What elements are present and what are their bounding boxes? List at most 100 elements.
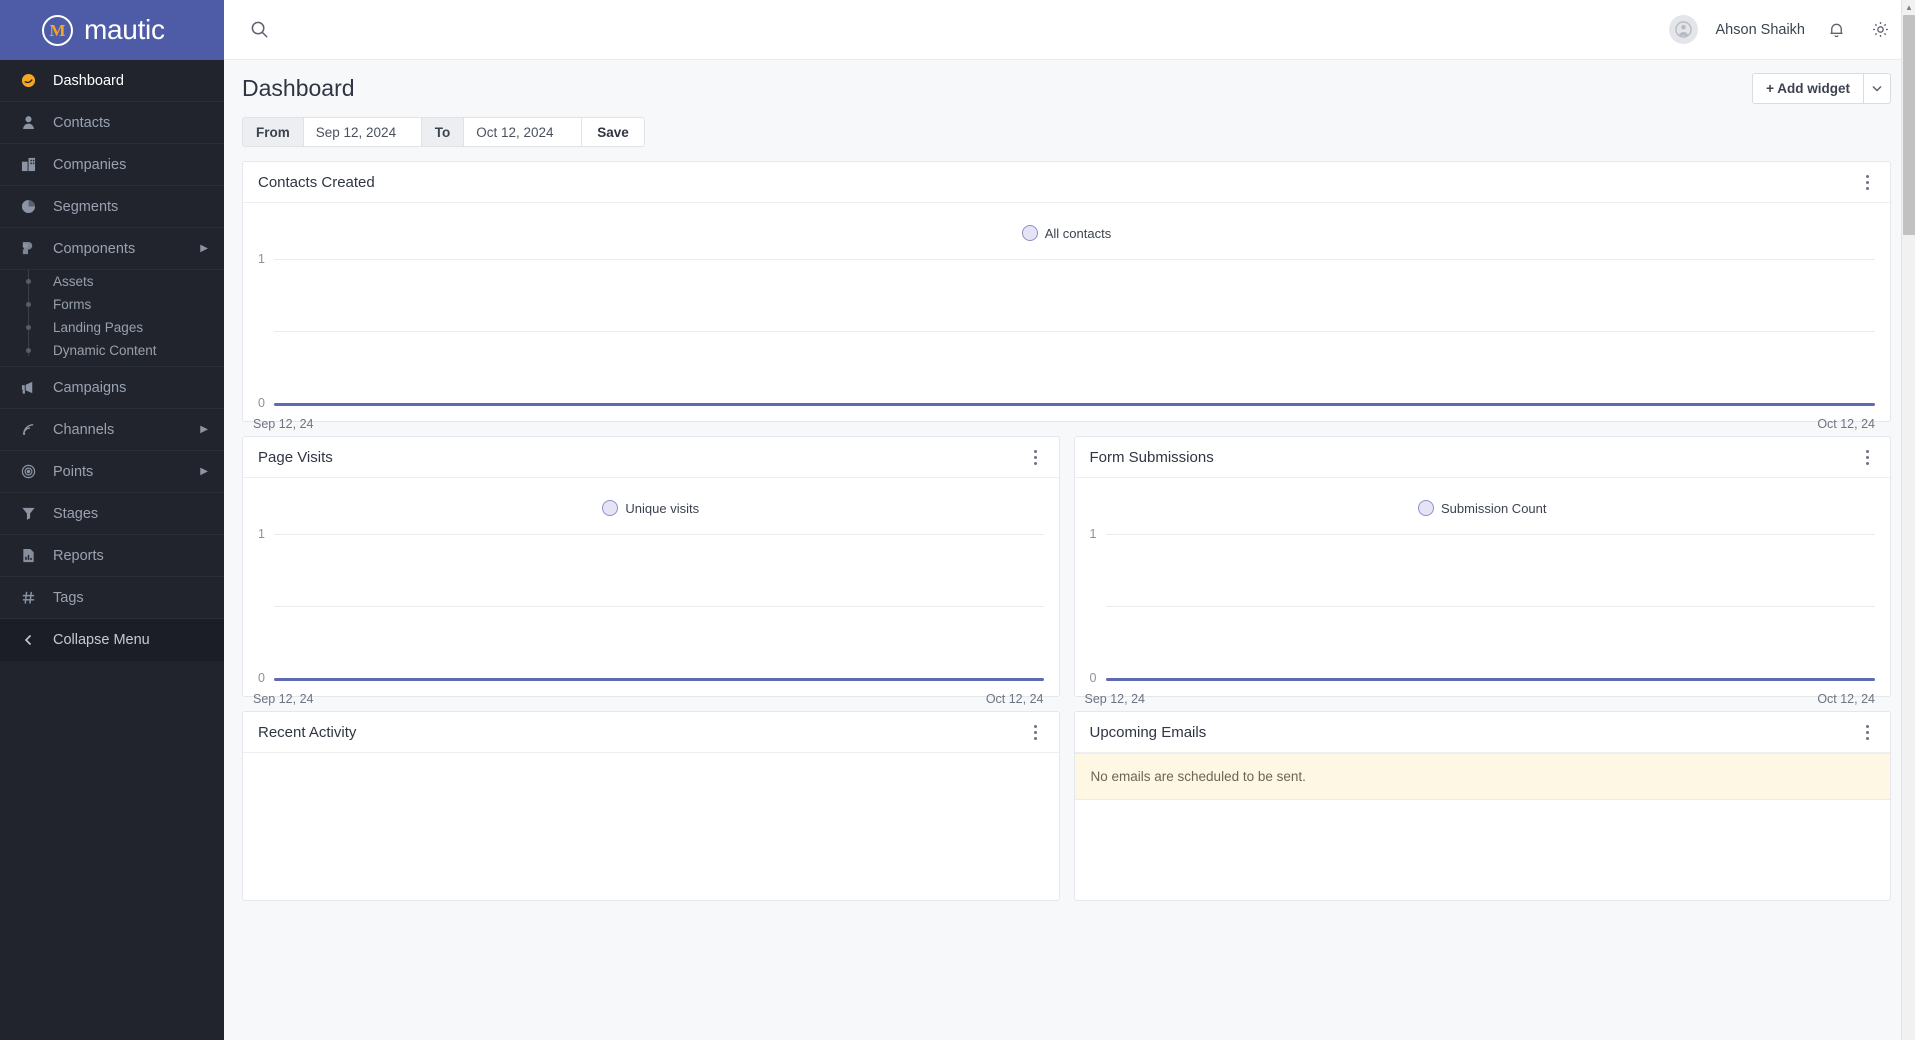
scrollbar-up-arrow-icon[interactable]: ▲ [1902,0,1915,15]
sidebar-item-channels[interactable]: Channels ▶ [0,409,224,451]
y-axis-tick-bottom: 0 [243,396,265,410]
gridline-top [274,534,1044,535]
sidebar-item-points[interactable]: Points ▶ [0,451,224,493]
contacts-icon [20,114,37,131]
sidebar-subitem-label: Landing Pages [53,320,143,335]
page-scrollbar[interactable]: ▲ [1901,0,1915,1040]
tags-icon [20,589,37,606]
search-icon[interactable] [242,13,276,47]
date-from-input[interactable] [304,117,422,147]
sidebar-item-label: Segments [53,199,224,215]
sidebar-item-reports[interactable]: Reports [0,535,224,577]
page-title: Dashboard [242,75,355,102]
sidebar-subitem-landing-pages[interactable]: Landing Pages [0,316,224,339]
gridline-mid [1106,606,1876,607]
stages-icon [20,505,37,522]
sidebar-item-campaigns[interactable]: Campaigns [0,367,224,409]
panel-page-visits: Page Visits Unique visits 1 [242,436,1060,697]
topbar-right: Ahson Shaikh [1669,15,1893,44]
sidebar-item-components[interactable]: Components ▶ [0,228,224,270]
collapse-menu-button[interactable]: Collapse Menu [0,619,224,661]
gridline-top [1106,534,1876,535]
mautic-logo-mark: M [49,22,65,39]
sidebar-subitem-forms[interactable]: Forms [0,293,224,316]
scrollbar-thumb[interactable] [1903,15,1915,235]
sidebar-item-label: Dashboard [53,73,224,89]
chart-series-line [274,678,1044,681]
chevron-right-icon: ▶ [200,467,208,477]
chart-x-axis: Sep 12, 24 Oct 12, 24 [243,417,1890,431]
bell-icon[interactable] [1823,17,1849,43]
gear-icon[interactable] [1867,17,1893,43]
charts-row: Page Visits Unique visits 1 [242,436,1891,711]
panel-header: Recent Activity [243,712,1059,753]
chart-form-submissions: Submission Count 1 0 Sep 12, 24 Oct 12, … [1075,478,1891,696]
kebab-menu-icon[interactable] [1027,721,1045,743]
panel-title: Upcoming Emails [1090,724,1207,741]
sidebar-item-label: Reports [53,548,224,564]
sidebar-item-label: Campaigns [53,380,224,396]
kebab-menu-icon[interactable] [1858,171,1876,193]
channels-icon [20,421,37,438]
kebab-menu-icon[interactable] [1027,446,1045,468]
bullet-icon [20,279,37,284]
recent-activity-body [243,753,1059,898]
legend-marker-icon[interactable] [1418,500,1434,516]
sidebar-subitem-dynamic-content[interactable]: Dynamic Content [0,339,224,362]
chevron-left-icon [20,634,37,646]
legend-marker-icon[interactable] [602,500,618,516]
dashboard-icon [20,72,37,89]
page-header: Dashboard + Add widget [224,60,1915,117]
panel-header: Form Submissions [1075,437,1891,478]
chart-page-visits: Unique visits 1 0 Sep 12, 24 Oct 12, 24 [243,478,1059,696]
sidebar-item-segments[interactable]: Segments [0,186,224,228]
y-axis-tick-top: 1 [243,252,265,266]
panel-contacts-created: Contacts Created All contacts 1 0 [242,161,1891,422]
chart-contacts-created: All contacts 1 0 Sep 12, 24 Oct 12, 24 [243,203,1890,421]
x-axis-tick-last: Oct 12, 24 [986,692,1044,706]
avatar[interactable] [1669,15,1698,44]
brand-logo-area[interactable]: M mautic [0,0,224,60]
kebab-menu-icon[interactable] [1858,446,1876,468]
date-from-label: From [242,117,304,147]
add-widget-button[interactable]: + Add widget [1752,73,1863,104]
legend-label: All contacts [1045,226,1111,241]
collapse-menu-label: Collapse Menu [53,632,150,648]
sidebar-item-label: Components [53,241,184,257]
sidebar-item-label: Contacts [53,115,224,131]
sidebar-subitem-assets[interactable]: Assets [0,270,224,293]
date-range-toolbar: From To Save [242,117,1891,147]
y-axis-tick-bottom: 0 [1075,671,1097,685]
user-name[interactable]: Ahson Shaikh [1716,22,1805,38]
bullet-icon [20,325,37,330]
topbar: Ahson Shaikh [224,0,1915,60]
panel-header: Page Visits [243,437,1059,478]
bullet-icon [20,302,37,307]
reports-icon [20,547,37,564]
kebab-menu-icon[interactable] [1858,721,1876,743]
app-root: M mautic Dashboard Contacts [0,0,1915,1040]
x-axis-tick-last: Oct 12, 24 [1817,692,1875,706]
panel-header: Upcoming Emails [1075,712,1891,753]
panel-title: Form Submissions [1090,449,1214,466]
legend-label: Submission Count [1441,501,1547,516]
legend-label: Unique visits [625,501,699,516]
date-to-input[interactable] [464,117,582,147]
chart-series-line [274,403,1875,406]
sidebar-item-tags[interactable]: Tags [0,577,224,619]
panel-title: Contacts Created [258,174,375,191]
legend-marker-icon[interactable] [1022,225,1038,241]
add-widget-dropdown-button[interactable] [1863,73,1891,104]
components-icon [20,240,37,257]
chevron-right-icon: ▶ [200,425,208,435]
mautic-logo-icon: M [42,15,73,46]
date-save-button[interactable]: Save [582,117,645,147]
panel-header: Contacts Created [243,162,1890,203]
sidebar-item-dashboard[interactable]: Dashboard [0,60,224,102]
sidebar-item-companies[interactable]: Companies [0,144,224,186]
x-axis-tick-first: Sep 12, 24 [253,417,313,431]
sidebar-item-stages[interactable]: Stages [0,493,224,535]
sidebar-item-contacts[interactable]: Contacts [0,102,224,144]
sidebar-item-label: Tags [53,590,224,606]
chart-legend: Submission Count [1075,500,1891,516]
